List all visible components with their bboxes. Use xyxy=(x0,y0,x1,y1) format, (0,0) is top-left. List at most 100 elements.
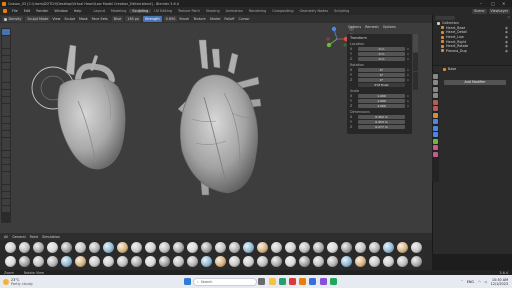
slide-relax-tool-icon[interactable] xyxy=(2,178,10,185)
brush-thumbnail[interactable] xyxy=(382,255,394,267)
brush-thumbnail[interactable] xyxy=(298,241,310,253)
blender-menu-icon[interactable] xyxy=(3,9,7,13)
brush-thumbnail[interactable] xyxy=(396,255,408,267)
menu-window[interactable]: Window xyxy=(51,9,70,13)
tab-sculpting[interactable]: Sculpting xyxy=(129,9,152,13)
language-indicator[interactable]: ENG xyxy=(467,280,474,284)
clay-tool-icon[interactable] xyxy=(2,42,10,49)
brush-thumbnail[interactable] xyxy=(144,241,156,253)
task-view-icon[interactable] xyxy=(258,278,266,285)
chevron-up-icon[interactable]: ˄ xyxy=(461,280,463,284)
brush-thumbnail[interactable] xyxy=(186,255,198,267)
brush-thumbnail[interactable] xyxy=(256,241,268,253)
brush-thumbnail[interactable] xyxy=(326,255,338,267)
blender-taskbar-icon[interactable] xyxy=(299,278,307,285)
mode-selector[interactable]: Sculpt Mode xyxy=(25,16,51,22)
brush-thumbnail[interactable] xyxy=(144,255,156,267)
brush-thumbnail[interactable] xyxy=(158,241,170,253)
brush-thumbnail[interactable] xyxy=(74,241,86,253)
brush-thumbnail[interactable] xyxy=(158,255,170,267)
heart-model-right[interactable] xyxy=(177,39,262,196)
maximize-icon[interactable]: □ xyxy=(491,1,495,6)
asset-tab-paint[interactable]: Paint xyxy=(30,235,38,239)
brush-thumbnail[interactable] xyxy=(200,241,212,253)
blob-tool-icon[interactable] xyxy=(2,76,10,83)
brush-thumbnail[interactable] xyxy=(60,241,72,253)
outliner-item[interactable]: Plasma_Dup ◉ xyxy=(433,49,512,54)
taskbar-search-input[interactable]: ⌕ Search xyxy=(192,277,257,286)
weather-widget[interactable]: 23°C Partly cloudy xyxy=(0,278,60,286)
brush-thumbnail[interactable] xyxy=(382,241,394,253)
lock-icon[interactable]: ▫ xyxy=(405,57,409,61)
stroke-dropdown[interactable]: Stroke xyxy=(210,17,221,21)
menu-face-sets[interactable]: Face Sets xyxy=(92,17,108,21)
menu-render[interactable]: Render xyxy=(33,9,51,13)
menu-mask[interactable]: Mask xyxy=(79,17,88,21)
color-chip[interactable]: Blue xyxy=(111,16,124,22)
brush-thumbnail[interactable] xyxy=(214,241,226,253)
lock-icon[interactable]: ▫ xyxy=(405,52,409,56)
asset-tab-simulation[interactable]: Simulation xyxy=(42,235,60,239)
scale-z-field[interactable]: 1.000 xyxy=(358,103,405,108)
brush-thumbnail[interactable] xyxy=(284,241,296,253)
brush-thumbnail[interactable] xyxy=(284,255,296,267)
options-dropdown[interactable]: Options xyxy=(348,25,361,29)
lock-icon[interactable]: ▫ xyxy=(405,73,409,77)
tab-scripting[interactable]: Scripting xyxy=(331,9,352,13)
scrape-tool-icon[interactable] xyxy=(2,110,10,117)
location-x-field[interactable]: 0 m xyxy=(358,46,405,51)
crease-tool-icon[interactable] xyxy=(2,83,10,90)
scene-tab-icon[interactable] xyxy=(433,99,438,105)
falloff-dropdown[interactable]: Falloff xyxy=(224,17,234,21)
brush-thumbnail[interactable] xyxy=(242,255,254,267)
modifier-tab-icon[interactable] xyxy=(433,119,438,124)
brush-thumbnail[interactable] xyxy=(18,241,30,253)
brush-thumbnail[interactable] xyxy=(312,241,324,253)
snake-hook-tool-icon[interactable] xyxy=(2,144,10,151)
thumb-tool-icon[interactable] xyxy=(2,151,10,158)
lock-icon[interactable]: ▫ xyxy=(405,78,409,82)
render-tab-icon[interactable] xyxy=(433,80,438,85)
filter-icon[interactable]: ⛉ xyxy=(507,16,510,20)
dimensions-z-field[interactable]: 0.277 m xyxy=(358,124,405,129)
rotation-x-field[interactable]: 0° xyxy=(358,67,405,72)
brush-thumbnail[interactable] xyxy=(60,255,72,267)
sidebar-tab-view[interactable] xyxy=(413,72,418,90)
mask-tool-icon[interactable] xyxy=(2,205,10,212)
draw-tool-icon[interactable] xyxy=(2,28,10,35)
close-icon[interactable]: ✕ xyxy=(502,1,505,6)
layer-tool-icon[interactable] xyxy=(2,62,10,69)
tab-rendering[interactable]: Rendering xyxy=(246,9,269,13)
volume-icon[interactable]: ◁ xyxy=(484,280,487,284)
windows-start-icon[interactable] xyxy=(184,278,192,285)
pose-tool-icon[interactable] xyxy=(2,157,10,164)
tool-tab-icon[interactable] xyxy=(433,73,438,79)
brush-thumbnail[interactable] xyxy=(130,241,142,253)
radius-field[interactable]: 185 px xyxy=(125,16,141,22)
elastic-deform-tool-icon[interactable] xyxy=(2,137,10,144)
edge-browser-icon[interactable] xyxy=(278,278,286,285)
brush-thumbnail[interactable] xyxy=(228,255,240,267)
tab-compositing[interactable]: Compositing xyxy=(269,9,296,13)
brush-thumbnail[interactable] xyxy=(172,241,184,253)
asset-tab-all[interactable]: All xyxy=(4,235,8,239)
brush-thumbnail[interactable] xyxy=(186,241,198,253)
clock[interactable]: 10:30 AM 12/1/2023 xyxy=(491,278,508,286)
viewlayer-selector[interactable]: ViewLayer xyxy=(488,8,510,14)
cursor-dropdown[interactable]: Cursor xyxy=(238,17,249,21)
lock-icon[interactable]: ▫ xyxy=(405,47,409,51)
brush-thumbnail[interactable] xyxy=(102,241,114,253)
scene-selector[interactable]: Scene xyxy=(472,8,487,14)
clay-thumb-tool-icon[interactable] xyxy=(2,55,10,62)
physics-tab-icon[interactable] xyxy=(433,132,438,137)
brush-thumbnail[interactable] xyxy=(46,241,58,253)
simplify-tool-icon[interactable] xyxy=(2,198,10,205)
app-icon-purple[interactable] xyxy=(319,278,327,285)
brush-thumbnail[interactable] xyxy=(200,255,212,267)
brush-thumbnail[interactable] xyxy=(4,241,16,253)
view-layer-tab-icon[interactable] xyxy=(433,93,438,98)
fill-tool-icon[interactable] xyxy=(2,103,10,110)
app-icon-blue[interactable] xyxy=(309,278,317,285)
texture-dropdown[interactable]: Texture xyxy=(193,17,205,21)
brush-selector[interactable]: Density xyxy=(2,16,24,22)
